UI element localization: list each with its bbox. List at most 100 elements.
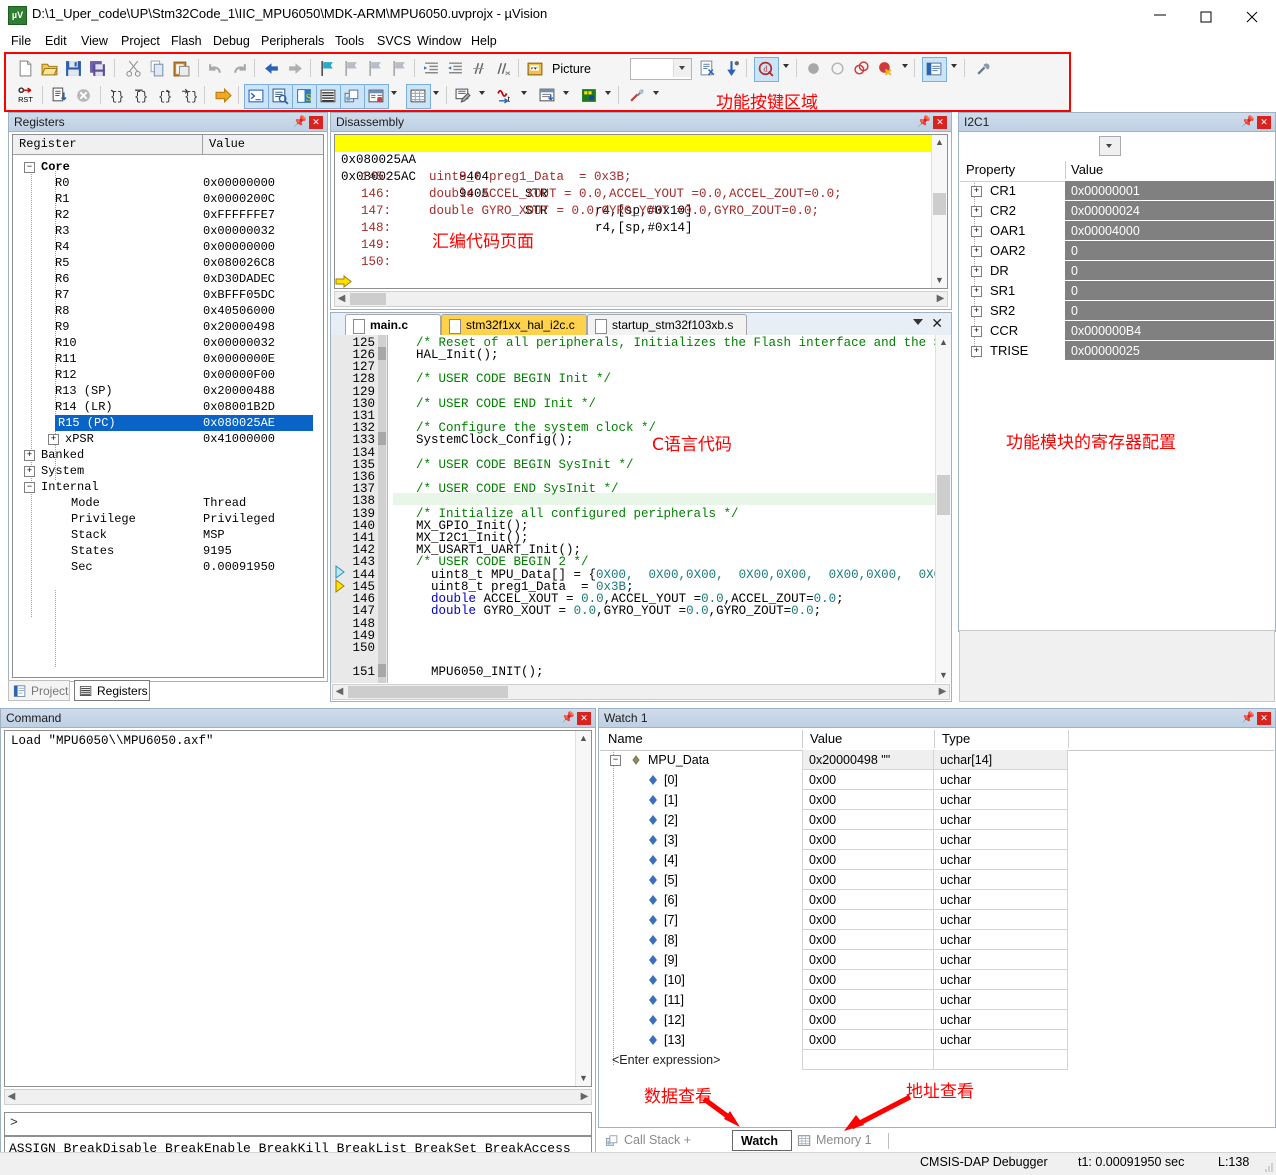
editor-close-icon[interactable]: ✕: [931, 316, 943, 330]
expand-icon[interactable]: +: [971, 246, 982, 257]
bookmark-prev-icon[interactable]: [340, 57, 363, 80]
watch1-row-mpu-data[interactable]: − MPU_Data 0x20000498 "" uchar[14]: [600, 750, 1274, 770]
insert-breakpoint-icon[interactable]: [802, 57, 825, 80]
navigate-back-icon[interactable]: [260, 57, 283, 80]
insert-picture-icon[interactable]: [524, 57, 547, 80]
scroll-down-icon[interactable]: ▼: [576, 1071, 591, 1086]
i2c1-row-cr1[interactable]: + CR1 0x00000001: [960, 181, 1274, 201]
editor-tab-startup-stm32f103xb-s[interactable]: startup_stm32f103xb.s: [587, 314, 747, 335]
bookmark-clear-icon[interactable]: [388, 57, 411, 80]
expand-icon[interactable]: +: [48, 434, 59, 445]
i2c1-row-sr1[interactable]: + SR1 0: [960, 281, 1274, 301]
menu-edit[interactable]: Edit: [40, 33, 72, 50]
chevron-down-icon[interactable]: [479, 91, 485, 95]
menu-view[interactable]: View: [76, 33, 113, 50]
watch-value[interactable]: 0x00: [802, 1010, 934, 1030]
trace-window-icon[interactable]: [536, 84, 559, 107]
chevron-down-icon[interactable]: [433, 91, 439, 95]
comment-icon[interactable]: [468, 57, 491, 80]
step-out-icon[interactable]: {}: [154, 84, 177, 107]
collapse-icon[interactable]: −: [24, 482, 35, 493]
scroll-right-icon[interactable]: ▶: [578, 1091, 591, 1103]
watch-window-icon[interactable]: [364, 84, 389, 109]
cut-icon[interactable]: [122, 57, 145, 80]
expand-icon[interactable]: +: [24, 466, 35, 477]
watch-value[interactable]: 0x00: [802, 950, 934, 970]
i2c1-row-dr[interactable]: + DR 0: [960, 261, 1274, 281]
editor-tab-list-icon[interactable]: [913, 319, 923, 325]
open-file-icon[interactable]: [38, 57, 61, 80]
menu-debug[interactable]: Debug: [208, 33, 255, 50]
scroll-up-icon[interactable]: ▲: [576, 731, 591, 746]
close-icon[interactable]: ✕: [1257, 712, 1271, 725]
close-icon[interactable]: ✕: [1257, 116, 1271, 129]
chevron-down-icon[interactable]: [563, 91, 569, 95]
bookmark-next-icon[interactable]: [364, 57, 387, 80]
disassembly-line[interactable]: 0x080025AC 9405 STR r4,[sp,#0x14]: [335, 152, 947, 235]
disassembly-line[interactable]: 0x080025B0 9406 STR r4,[sp,#0x18]: [335, 288, 947, 289]
save-all-icon[interactable]: [86, 57, 109, 80]
chevron-down-icon[interactable]: [521, 91, 527, 95]
i2c1-row-oar2[interactable]: + OAR2 0: [960, 241, 1274, 261]
toolbar-combo-dropdown[interactable]: [630, 58, 692, 80]
maximize-button[interactable]: [1184, 0, 1230, 30]
pin-icon[interactable]: 📌: [293, 116, 307, 128]
registers-tree[interactable]: Register Value − Core R0 0x00000000 R1 0x0…: [12, 134, 324, 678]
watch-value[interactable]: 0x00: [802, 970, 934, 990]
analysis-window-icon[interactable]: t: [494, 84, 517, 107]
redo-icon[interactable]: [228, 57, 251, 80]
scroll-down-icon[interactable]: ▼: [932, 273, 947, 288]
watch-value[interactable]: 0x00: [802, 930, 934, 950]
registers-group-core[interactable]: − Core: [13, 159, 323, 175]
expand-icon[interactable]: +: [971, 226, 982, 237]
chevron-down-icon[interactable]: [951, 64, 957, 68]
expand-icon[interactable]: +: [971, 346, 982, 357]
menu-flash[interactable]: Flash: [166, 33, 207, 50]
menu-window[interactable]: Window: [412, 33, 466, 50]
symbols-window-icon[interactable]: S: [292, 84, 317, 109]
outdent-icon[interactable]: [444, 57, 467, 80]
new-file-icon[interactable]: [14, 57, 37, 80]
chevron-down-icon[interactable]: [783, 64, 789, 68]
step-icon[interactable]: {}: [106, 84, 129, 107]
tab-project[interactable]: Project: [8, 680, 70, 701]
resize-grip-icon[interactable]: [1263, 1161, 1273, 1172]
uncomment-icon[interactable]: [492, 57, 515, 80]
i2c1-row-sr2[interactable]: + SR2 0: [960, 301, 1274, 321]
expand-icon[interactable]: +: [971, 186, 982, 197]
i2c1-row-trise[interactable]: + TRISE 0x00000025: [960, 341, 1274, 361]
minimize-button[interactable]: [1138, 0, 1184, 30]
tab-call-stack-locals[interactable]: Call Stack + Locals: [602, 1130, 730, 1168]
chevron-down-icon[interactable]: [391, 91, 397, 95]
expand-icon[interactable]: +: [971, 306, 982, 317]
tab-watch-1[interactable]: Watch 1: [732, 1130, 792, 1169]
toolbox-icon[interactable]: [626, 84, 649, 107]
registers-window-icon[interactable]: [316, 84, 341, 109]
editor-tab-stm32f1xx-hal-i2c-c[interactable]: stm32f1xx_hal_i2c.c: [441, 314, 587, 335]
bookmark-toggle-icon[interactable]: [316, 57, 339, 80]
chevron-down-icon[interactable]: [902, 64, 908, 68]
chevron-down-icon[interactable]: [605, 91, 611, 95]
menu-file[interactable]: File: [6, 33, 36, 50]
kill-all-breakpoints-icon[interactable]: [874, 57, 897, 80]
call-stack-icon[interactable]: [340, 84, 365, 109]
close-icon[interactable]: ✕: [577, 712, 591, 725]
watch-value[interactable]: 0x00: [802, 790, 934, 810]
i2c1-row-oar1[interactable]: + OAR1 0x00004000: [960, 221, 1274, 241]
reset-cpu-icon[interactable]: RST: [14, 84, 37, 107]
watch-value[interactable]: 0x00: [802, 890, 934, 910]
system-viewer-icon[interactable]: [578, 84, 601, 107]
disassembly-vertical-scrollbar[interactable]: ▲ ▼: [931, 135, 947, 288]
undo-icon[interactable]: [204, 57, 227, 80]
watch-value[interactable]: 0x20000498 "": [802, 750, 934, 770]
build-settings-icon[interactable]: [972, 57, 995, 80]
menu-svcs[interactable]: SVCS: [372, 33, 416, 50]
registers-group-internal[interactable]: − Internal: [13, 479, 323, 495]
save-icon[interactable]: [62, 57, 85, 80]
disassembly-horizontal-scrollbar[interactable]: ◀ ▶: [334, 291, 948, 307]
watch-value[interactable]: 0x00: [802, 830, 934, 850]
stop-icon[interactable]: [72, 84, 95, 107]
scroll-down-icon[interactable]: ▼: [936, 668, 951, 683]
editor-code-area[interactable]: 125 /* Reset of all peripherals, Initial…: [331, 335, 951, 683]
copy-icon[interactable]: [146, 57, 169, 80]
